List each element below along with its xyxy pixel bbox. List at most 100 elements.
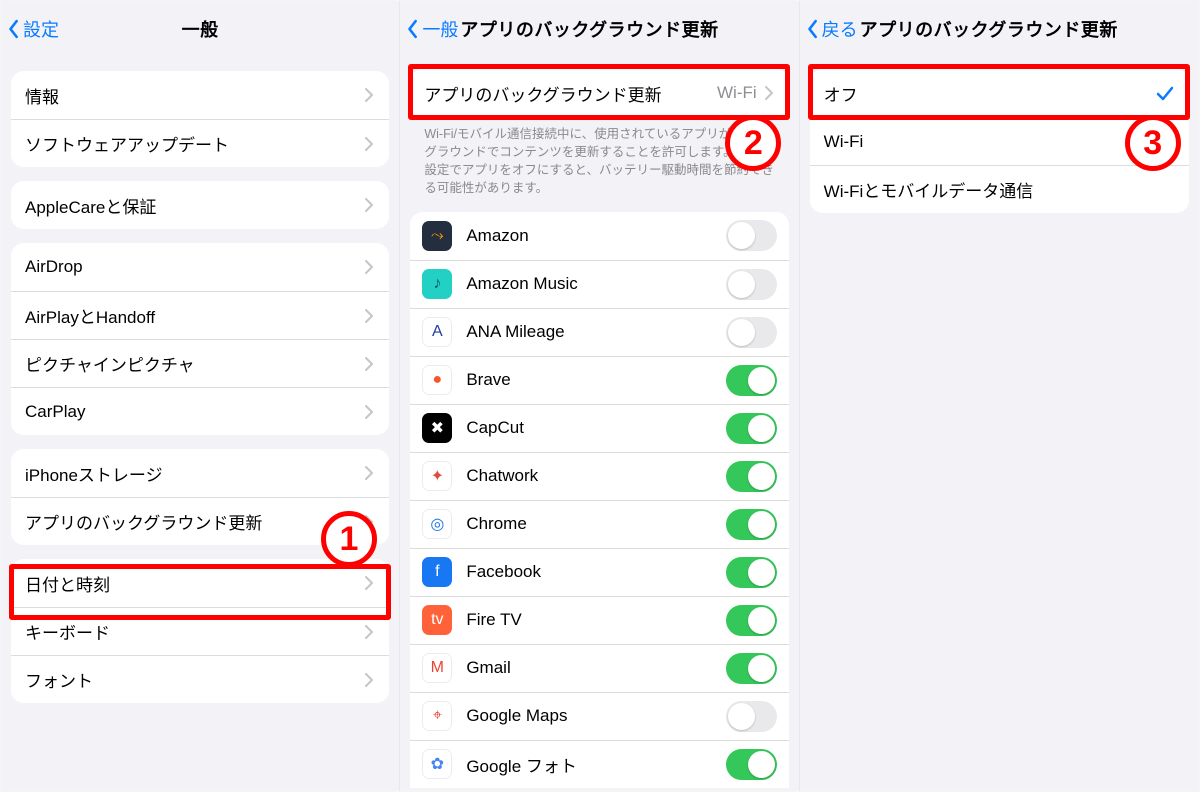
app-icon: ✿ — [422, 749, 452, 779]
chevron-right-icon — [363, 672, 375, 688]
app-row: ⤳Amazon — [410, 212, 788, 260]
stage: 設定 一般 情報 ソフトウェアアップデート AppleCareと保証 AirDr… — [0, 0, 1200, 792]
app-icon: ✖ — [422, 413, 452, 443]
chevron-right-icon — [363, 197, 375, 213]
chevron-right-icon — [363, 624, 375, 640]
row-carplay[interactable]: CarPlay — [11, 387, 389, 435]
row-label: アプリのバックグラウンド更新 — [25, 509, 363, 534]
app-icon: ● — [422, 365, 452, 395]
app-toggle[interactable] — [726, 653, 777, 684]
app-row: ⌖Google Maps — [410, 692, 788, 740]
chevron-right-icon — [363, 259, 375, 275]
row-pip[interactable]: ピクチャインピクチャ — [11, 339, 389, 387]
nav-bar: 設定 一般 — [1, 1, 399, 57]
group-options: オフ Wi-Fi Wi-Fiとモバイルデータ通信 — [810, 69, 1189, 213]
row-label: iPhoneストレージ — [25, 461, 363, 486]
app-row: ♪Amazon Music — [410, 260, 788, 308]
group-info: 情報 ソフトウェアアップデート — [11, 71, 389, 167]
row-label: ピクチャインピクチャ — [25, 351, 363, 376]
row-airdrop[interactable]: AirDrop — [11, 243, 389, 291]
page-title: アプリのバックグラウンド更新 — [800, 16, 1199, 42]
toggle-knob — [748, 607, 775, 634]
row-background-app-refresh[interactable]: アプリのバックグラウンド更新 — [11, 497, 389, 545]
app-row: MGmail — [410, 644, 788, 692]
toggle-knob — [728, 271, 755, 298]
chevron-right-icon — [363, 87, 375, 103]
group-connect: AirDrop AirPlayとHandoff ピクチャインピクチャ CarPl… — [11, 243, 389, 435]
checkmark-icon — [1155, 83, 1175, 103]
pane-refresh-mode-select: 戻る アプリのバックグラウンド更新 オフ Wi-Fi Wi-Fiとモバイルデータ… — [800, 1, 1199, 791]
row-option-wifi-cellular[interactable]: Wi-Fiとモバイルデータ通信 — [810, 165, 1189, 213]
app-icon: tv — [422, 605, 452, 635]
toggle-knob — [748, 751, 775, 778]
row-label: オフ — [824, 81, 1155, 106]
app-toggle[interactable] — [726, 365, 777, 396]
app-toggle[interactable] — [726, 220, 777, 251]
back-button[interactable]: 戻る — [806, 1, 858, 57]
toggle-knob — [728, 222, 755, 249]
app-name-label: Google Maps — [466, 706, 725, 726]
row-label: CarPlay — [25, 402, 363, 422]
app-row: AANA Mileage — [410, 308, 788, 356]
app-icon: ⤳ — [422, 221, 452, 251]
row-airplay[interactable]: AirPlayとHandoff — [11, 291, 389, 339]
page-title: アプリのバックグラウンド更新 — [400, 16, 798, 42]
row-option-off[interactable]: オフ — [810, 69, 1189, 117]
chevron-right-icon — [363, 465, 375, 481]
back-label: 設定 — [23, 16, 59, 42]
row-value: Wi-Fi — [717, 83, 757, 103]
row-label: ソフトウェアアップデート — [25, 131, 363, 156]
toggle-knob — [748, 367, 775, 394]
app-toggle[interactable] — [726, 749, 777, 780]
app-name-label: Brave — [466, 370, 725, 390]
row-iphone-storage[interactable]: iPhoneストレージ — [11, 449, 389, 497]
row-label: AirPlayとHandoff — [25, 303, 363, 328]
app-row: ✿ Google フォト — [410, 740, 788, 788]
toggle-knob — [728, 703, 755, 730]
row-label: AirDrop — [25, 257, 363, 277]
chevron-left-icon — [806, 18, 820, 40]
group-apps: ⤳Amazon♪Amazon MusicAANA Mileage●Brave✖C… — [410, 212, 788, 788]
row-option-wifi[interactable]: Wi-Fi — [810, 117, 1189, 165]
chevron-right-icon — [363, 514, 375, 530]
chevron-left-icon — [7, 18, 21, 40]
back-button[interactable]: 設定 — [7, 1, 59, 57]
app-row: ● Brave — [410, 356, 788, 404]
toggle-knob — [748, 511, 775, 538]
toggle-knob — [748, 655, 775, 682]
app-toggle[interactable] — [726, 605, 777, 636]
toggle-knob — [748, 415, 775, 442]
app-toggle[interactable] — [726, 413, 777, 444]
chevron-right-icon — [363, 575, 375, 591]
app-toggle[interactable] — [726, 509, 777, 540]
pane-background-refresh: 一般 アプリのバックグラウンド更新 アプリのバックグラウンド更新 Wi-Fi W… — [400, 1, 799, 791]
row-label: AppleCareと保証 — [25, 193, 363, 218]
app-name-label: Google フォト — [466, 752, 725, 777]
row-font[interactable]: フォント — [11, 655, 389, 703]
row-label: 日付と時刻 — [25, 571, 363, 596]
app-toggle[interactable] — [726, 317, 777, 348]
row-software-update[interactable]: ソフトウェアアップデート — [11, 119, 389, 167]
app-toggle[interactable] — [726, 269, 777, 300]
app-toggle[interactable] — [726, 701, 777, 732]
app-row: tvFire TV — [410, 596, 788, 644]
chevron-right-icon — [363, 308, 375, 324]
app-name-label: Amazon Music — [466, 274, 725, 294]
row-label: フォント — [25, 667, 363, 692]
nav-bar: 一般 アプリのバックグラウンド更新 — [400, 1, 798, 57]
group-applecare: AppleCareと保証 — [11, 181, 389, 229]
app-name-label: Gmail — [466, 658, 725, 678]
row-keyboard[interactable]: キーボード — [11, 607, 389, 655]
app-icon: ◎ — [422, 509, 452, 539]
back-button[interactable]: 一般 — [406, 1, 458, 57]
row-about[interactable]: 情報 — [11, 71, 389, 119]
row-applecare[interactable]: AppleCareと保証 — [11, 181, 389, 229]
app-name-label: ANA Mileage — [466, 322, 725, 342]
toggle-knob — [748, 559, 775, 586]
row-label: キーボード — [25, 619, 363, 644]
row-refresh-mode[interactable]: アプリのバックグラウンド更新 Wi-Fi — [410, 69, 788, 117]
app-toggle[interactable] — [726, 461, 777, 492]
row-date-time[interactable]: 日付と時刻 — [11, 559, 389, 607]
chevron-right-icon — [763, 85, 775, 101]
app-toggle[interactable] — [726, 557, 777, 588]
